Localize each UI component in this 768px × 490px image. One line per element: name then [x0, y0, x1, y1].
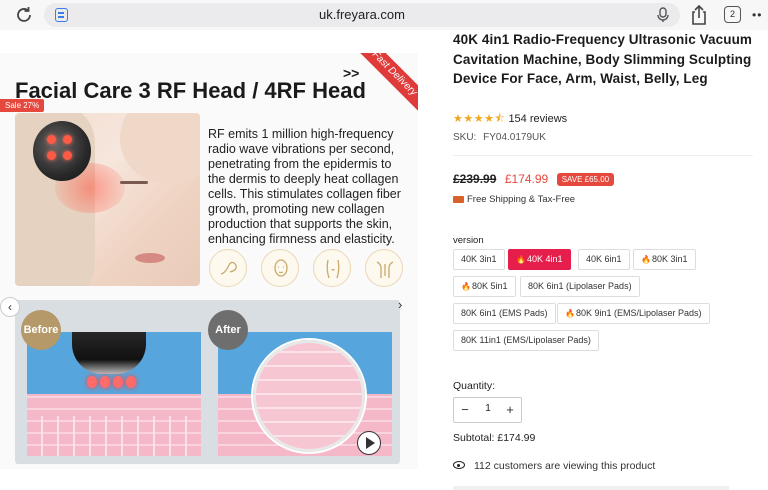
eye-icon [453, 461, 465, 469]
before-illustration [27, 332, 201, 456]
divider [453, 155, 753, 156]
after-label: After [208, 310, 248, 350]
original-price: £239.99 [453, 172, 497, 186]
rating[interactable]: ★★★★⯪ 154 reviews [453, 110, 567, 129]
review-count[interactable]: 154 reviews [508, 113, 567, 125]
reload-icon[interactable] [14, 5, 34, 25]
price-block: £239.99 £174.99 SAVE £65.00 [453, 170, 615, 188]
feature-description: RF emits 1 million high-frequency radio … [208, 127, 401, 246]
shipping-info: Free Shipping & Tax-Free [453, 194, 575, 205]
before-after-comparison: Before After [15, 300, 400, 464]
promo-image[interactable]: Facial Care 3 RF Head / 4RF Head >> Fast… [0, 53, 418, 469]
option-40k-3in1[interactable]: 40K 3in1 [453, 249, 505, 270]
more-icon[interactable]: •• [752, 8, 762, 22]
save-badge: SAVE £65.00 [556, 173, 615, 186]
version-label: version [453, 235, 484, 246]
chevrons-icon: >> [343, 65, 360, 81]
face-icon [261, 249, 299, 287]
sku-value: FY04.0179UK [483, 132, 546, 143]
truck-icon [453, 196, 464, 203]
flame-icon: 🔥 [565, 309, 575, 318]
product-title: 40K 4in1 Radio-Frequency Ultrasonic Vacu… [453, 32, 753, 86]
next-image-icon[interactable]: › [398, 297, 402, 312]
promo-title: Facial Care 3 RF Head / 4RF Head [15, 78, 366, 103]
back-icon [365, 249, 403, 287]
option-40k-4in1[interactable]: 🔥40K 4in1 [508, 249, 571, 270]
sku: SKU: FY04.0179UK [453, 132, 546, 143]
sale-badge: Sale 27% [0, 99, 45, 112]
option-80k-6in1-ems[interactable]: 80K 6in1 (EMS Pads) [453, 303, 556, 324]
flame-icon: 🔥 [516, 255, 526, 264]
quantity-stepper[interactable]: − 1 + [453, 397, 522, 423]
flame-icon: 🔥 [461, 282, 471, 291]
option-80k-9in1[interactable]: 🔥80K 9in1 (EMS/Lipolaser Pads) [557, 303, 710, 324]
product-info: 40K 4in1 Radio-Frequency Ultrasonic Vacu… [453, 30, 753, 490]
sku-label: SKU: [453, 132, 477, 143]
option-80k-3in1[interactable]: 🔥80K 3in1 [633, 249, 696, 270]
play-icon[interactable] [357, 431, 381, 455]
plus-icon[interactable]: + [501, 401, 519, 419]
product-gallery: Sale 27% Facial Care 3 RF Head / 4RF Hea… [0, 47, 430, 477]
face-treatment-photo [15, 113, 200, 286]
shipping-text: Free Shipping & Tax-Free [467, 194, 576, 205]
sale-price: £174.99 [504, 172, 549, 186]
microphone-icon[interactable] [656, 7, 670, 23]
subtotal: Subtotal: £174.99 [453, 432, 536, 444]
previous-image-icon[interactable]: ‹ [0, 297, 20, 317]
body-area-icons [205, 249, 415, 295]
option-80k-5in1[interactable]: 🔥80K 5in1 [453, 276, 516, 297]
browser-toolbar: uk.freyara.com 2 •• [0, 0, 768, 30]
magnified-skin [253, 340, 365, 452]
url-text: uk.freyara.com [319, 7, 405, 22]
viewers-text: 112 customers are viewing this product [474, 460, 656, 472]
rf-device-image [33, 121, 91, 181]
add-to-cart-bar[interactable] [453, 486, 729, 490]
share-icon[interactable] [690, 5, 708, 25]
address-bar[interactable]: uk.freyara.com [44, 3, 680, 27]
tabs-icon[interactable]: 2 [724, 6, 741, 23]
option-40k-6in1[interactable]: 40K 6in1 [578, 249, 630, 270]
flame-icon: 🔥 [641, 255, 651, 264]
before-label: Before [21, 310, 61, 350]
quantity-label: Quantity: [453, 380, 496, 392]
viewers-notice: 112 customers are viewing this product [453, 460, 655, 472]
rating-stars-icon: ★★★★⯪ [453, 113, 506, 125]
option-80k-11in1[interactable]: 80K 11in1 (EMS/Lipolaser Pads) [453, 330, 599, 351]
quantity-value[interactable]: 1 [472, 403, 504, 414]
belly-icon [313, 249, 351, 287]
option-80k-6in1-lipolaser[interactable]: 80K 6in1 (Lipolaser Pads) [520, 276, 640, 297]
arm-icon [209, 249, 247, 287]
